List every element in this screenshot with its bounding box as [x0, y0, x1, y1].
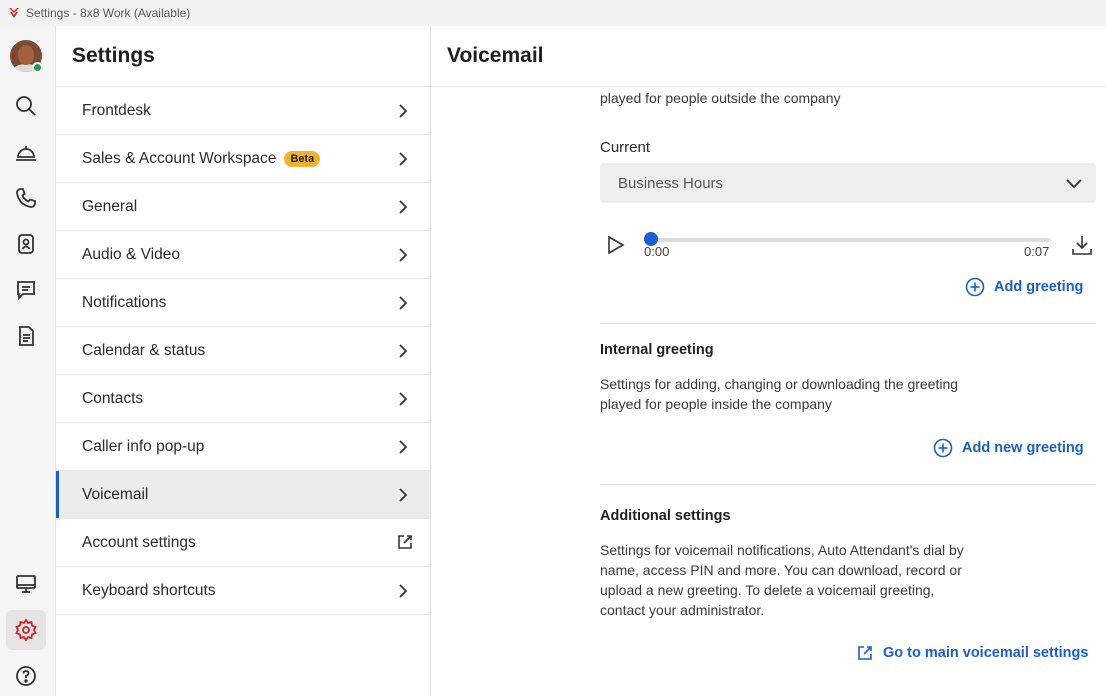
settings-item-label: Voicemail — [82, 485, 149, 503]
add-greeting-label: Add greeting — [994, 279, 1084, 295]
settings-item-audio-video[interactable]: Audio & Video — [56, 231, 430, 279]
settings-item-general[interactable]: General — [56, 183, 430, 231]
chevron-right-icon — [399, 344, 408, 358]
search-icon[interactable] — [6, 86, 46, 126]
settings-item-account-settings[interactable]: Account settings — [56, 519, 430, 567]
elapsed-time: 0:00 — [644, 244, 670, 259]
download-icon[interactable] — [1071, 234, 1093, 256]
settings-item-calendar-status[interactable]: Calendar & status — [56, 327, 430, 375]
settings-item-label: Account settings — [82, 533, 196, 551]
chevron-down-icon — [1066, 179, 1082, 189]
settings-item-label: Keyboard shortcuts — [82, 581, 216, 599]
settings-item-frontdesk[interactable]: Frontdesk — [56, 87, 430, 135]
current-greeting-select[interactable]: Business Hours — [600, 163, 1096, 203]
internal-greeting-heading: Internal greeting — [600, 342, 714, 358]
add-circle-icon — [933, 438, 953, 458]
beta-badge: Beta — [284, 150, 321, 167]
divider — [600, 484, 1096, 485]
page-title: Voicemail — [431, 26, 1106, 87]
internal-greeting-description-line1: Settings for adding, changing or downloa… — [600, 376, 959, 392]
frontdesk-bell-icon[interactable] — [6, 132, 46, 172]
add-new-greeting-link[interactable]: Add new greeting — [933, 438, 1084, 458]
chevron-right-icon — [399, 104, 408, 118]
chevron-right-icon — [399, 200, 408, 214]
duration-time: 0:07 — [1024, 244, 1050, 259]
add-greeting-link[interactable]: Add greeting — [965, 277, 1083, 297]
settings-item-label: General — [82, 197, 138, 215]
voicemail-panel: Voicemail played for people outside the … — [431, 26, 1106, 696]
external-link-icon — [398, 535, 412, 549]
chevron-right-icon — [399, 248, 408, 262]
playback-track[interactable] — [650, 238, 1051, 242]
settings-item-label: Frontdesk — [82, 101, 151, 119]
settings-item-keyboard-shortcuts[interactable]: Keyboard shortcuts — [56, 567, 430, 615]
chevron-right-icon — [399, 488, 408, 502]
settings-item-label: Caller info pop-up — [82, 437, 205, 455]
settings-item-label: Calendar & status — [82, 341, 206, 359]
chevron-right-icon — [399, 584, 408, 598]
external-greeting-description: played for people outside the company — [600, 90, 841, 106]
additional-settings-heading: Additional settings — [600, 508, 731, 524]
settings-item-label: Notifications — [82, 293, 167, 311]
settings-item-label: Contacts — [82, 389, 144, 407]
chevron-right-icon — [399, 152, 408, 166]
notes-icon[interactable] — [6, 316, 46, 356]
help-icon[interactable] — [6, 656, 46, 696]
contacts-icon[interactable] — [6, 224, 46, 264]
app-logo-icon — [9, 8, 19, 18]
settings-item-sales-account-workspace[interactable]: Sales & Account Workspace Beta — [56, 135, 430, 183]
window-title: Settings - 8x8 Work (Available) — [26, 6, 191, 20]
settings-item-label: Audio & Video — [82, 245, 180, 263]
settings-item-voicemail[interactable]: Voicemail — [56, 471, 430, 519]
current-greeting-value: Business Hours — [618, 174, 724, 192]
settings-item-label: Sales & Account Workspace — [82, 149, 277, 167]
additional-settings-description-line1: Settings for voicemail notifications, Au… — [600, 542, 964, 558]
presence-status-icon — [32, 62, 43, 73]
additional-settings-description-line4: contact your administrator. — [600, 602, 765, 618]
settings-item-contacts[interactable]: Contacts — [56, 375, 430, 423]
main-voicemail-settings-label: Go to main voicemail settings — [883, 645, 1089, 661]
title-bar: Settings - 8x8 Work (Available) — [0, 0, 1106, 26]
internal-greeting-description-line2: played for people inside the company — [600, 396, 832, 412]
monitor-icon[interactable] — [6, 564, 46, 604]
settings-item-notifications[interactable]: Notifications — [56, 279, 430, 327]
external-link-icon — [858, 646, 872, 660]
add-circle-icon — [965, 277, 985, 297]
current-greeting-label: Current — [600, 139, 651, 156]
chevron-right-icon — [399, 392, 408, 406]
settings-item-caller-info-popup[interactable]: Caller info pop-up — [56, 423, 430, 471]
settings-title: Settings — [56, 26, 430, 87]
chat-icon[interactable] — [6, 270, 46, 310]
additional-settings-description-line3: upload a new greeting. To delete a voice… — [600, 582, 935, 598]
settings-list-panel: Settings Frontdesk Sales & Account Works… — [56, 26, 431, 696]
main-voicemail-settings-link[interactable]: Go to main voicemail settings — [856, 644, 1088, 662]
gear-icon[interactable] — [6, 610, 46, 650]
play-icon[interactable] — [605, 235, 625, 255]
chevron-right-icon — [399, 296, 408, 310]
add-new-greeting-label: Add new greeting — [962, 440, 1084, 456]
nav-rail — [0, 26, 56, 696]
additional-settings-description-line2: name, access PIN and more. You can downl… — [600, 562, 962, 578]
divider — [600, 323, 1096, 324]
phone-icon[interactable] — [6, 178, 46, 218]
chevron-right-icon — [399, 440, 408, 454]
